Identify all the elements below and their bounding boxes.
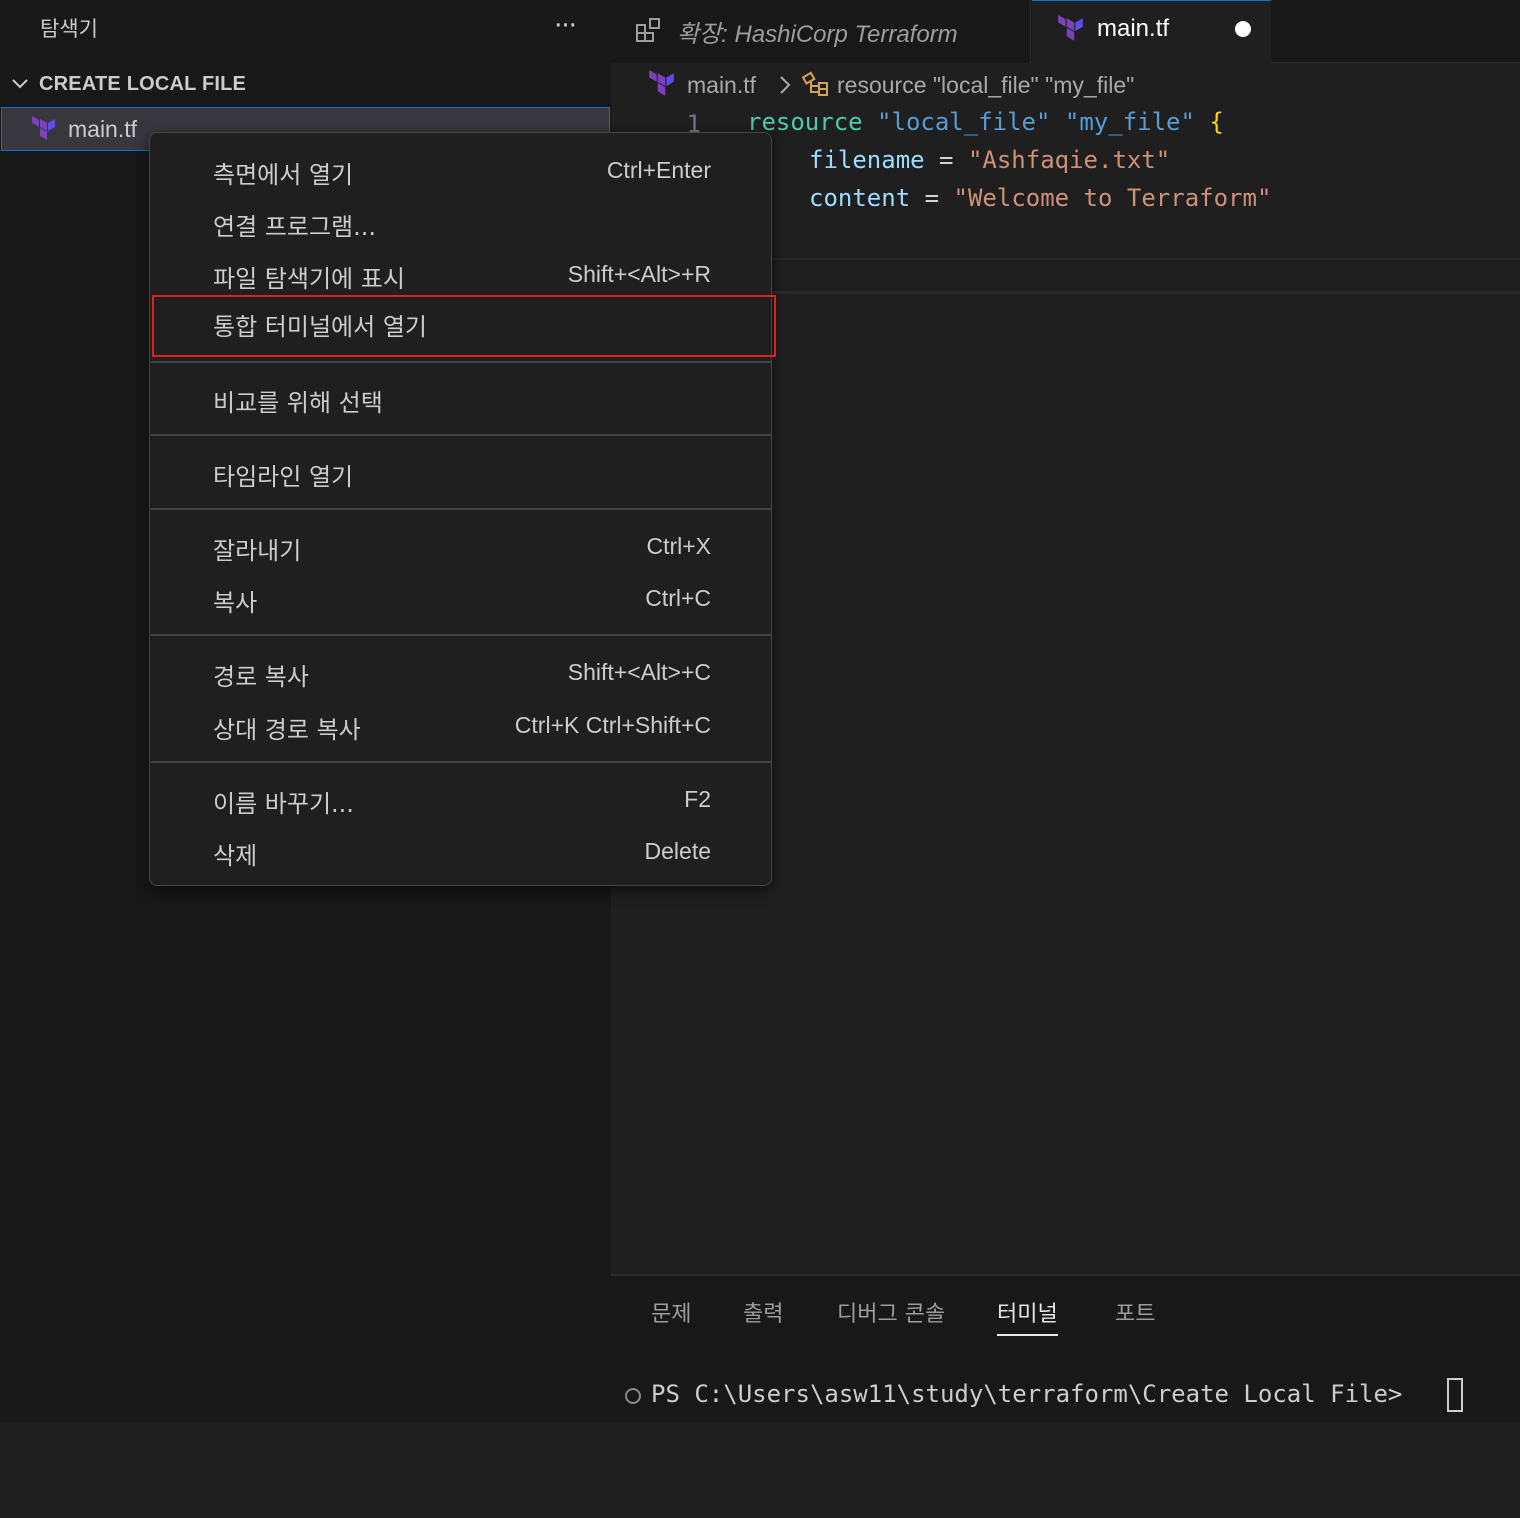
tab-label: main.tf [1097,15,1170,42]
section-title: CREATE LOCAL FILE [39,73,247,95]
terraform-icon [1058,15,1083,41]
menu-item-label: 잘라내기 [213,537,302,565]
code-attribute: content [809,184,911,212]
menu-item-label: 삭제 [213,842,258,870]
menu-item-shortcut: Shift+<Alt>+R [567,261,711,287]
menu-item-shortcut: Shift+<Alt>+C [567,659,711,685]
menu-item-copy[interactable]: 복사 Ctrl+C [151,571,771,623]
tab-extension-terraform[interactable]: 확장: HashiCorp Terraform [611,0,1031,63]
panel-tab-terminal[interactable]: 터미널 [997,1296,1058,1336]
breadcrumb-symbol[interactable]: resource "local_file" "my_file" [837,72,1134,99]
menu-separator [151,361,771,363]
menu-item-shortcut: F2 [684,786,711,812]
panel-tab-ports[interactable]: 포트 [1115,1296,1155,1336]
menu-item-label: 비교를 위해 선택 [213,389,383,417]
menu-item-copy-relative-path[interactable]: 상대 경로 복사 Ctrl+K Ctrl+Shift+C [151,698,771,750]
code-text: resource "local_file" "my_file" { [747,108,1224,136]
chevron-down-icon [12,79,28,89]
code-text: filename = "Ashfaqie.txt" [809,146,1170,174]
menu-item-delete[interactable]: 삭제 Delete [151,824,771,876]
chevron-right-icon [780,76,791,94]
menu-item-shortcut: Delete [644,838,711,864]
menu-item-reveal-in-file-explorer[interactable]: 파일 탐색기에 표시 Shift+<Alt>+R [151,247,771,299]
menu-item-label: 이름 바꾸기... [213,790,354,818]
file-name: main.tf [68,116,138,142]
menu-item-label: 파일 탐색기에 표시 [213,265,405,293]
menu-item-open-in-integrated-terminal[interactable]: 통합 터미널에서 열기 [152,295,776,357]
tab-main-tf[interactable]: main.tf [1032,0,1271,63]
menu-item-rename[interactable]: 이름 바꾸기... F2 [151,772,771,824]
menu-separator [151,634,771,636]
code-operator: = [939,146,954,174]
code-value: "Welcome to Terraform" [953,184,1272,212]
menu-item-label: 타임라인 열기 [213,463,354,491]
circle-outline-icon [625,1388,641,1404]
menu-item-shortcut: Ctrl+Enter [606,157,711,183]
menu-item-copy-path[interactable]: 경로 복사 Shift+<Alt>+C [151,645,771,697]
menu-item-label: 연결 프로그램... [213,213,376,241]
terraform-icon [649,70,674,96]
symbol-structure-icon [801,71,828,96]
code-brace: { [1209,108,1224,136]
terminal-cursor [1447,1378,1463,1412]
panel-tab-problems[interactable]: 문제 [651,1296,691,1336]
menu-item-label: 경로 복사 [213,663,309,691]
code-string: "my_file" [1064,108,1195,136]
menu-item-label: 상대 경로 복사 [213,716,361,744]
terraform-icon [32,116,55,140]
breadcrumb: main.tf resource "local_file" "my_file" [611,64,1520,108]
menu-item-shortcut: Ctrl+C [645,585,711,611]
menu-item-cut[interactable]: 잘라내기 Ctrl+X [151,519,771,571]
breadcrumb-file[interactable]: main.tf [687,72,756,99]
code-string: "local_file" [877,108,1051,136]
menu-item-label: 통합 터미널에서 열기 [213,313,427,341]
menu-separator [151,434,771,436]
menu-separator [151,508,771,510]
unsaved-dot-icon[interactable] [1235,21,1251,37]
editor-tab-bar: 확장: HashiCorp Terraform main.tf [611,0,1520,63]
code-attribute: filename [809,146,925,174]
explorer-header: 탐색기 ··· [0,0,611,58]
menu-item-shortcut: Ctrl+K Ctrl+Shift+C [514,712,711,738]
code-operator: = [924,184,940,212]
context-menu: 측면에서 열기 Ctrl+Enter 연결 프로그램... 파일 탐색기에 표시… [149,132,776,886]
code-text: content = "Welcome to Terraform" [809,184,1271,212]
tab-label: 확장: HashiCorp Terraform [677,21,958,48]
menu-item-select-for-compare[interactable]: 비교를 위해 선택 [151,371,771,423]
bottom-panel: 문제 출력 디버그 콘솔 터미널 포트 PS C:\Users\asw11\st… [611,1274,1520,1422]
menu-item-open-timeline[interactable]: 타임라인 열기 [151,445,771,497]
menu-item-label: 복사 [213,589,258,617]
panel-tab-output[interactable]: 출력 [743,1296,783,1336]
menu-separator [151,761,771,763]
menu-item-open-with[interactable]: 연결 프로그램... [151,195,771,247]
menu-item-shortcut: Ctrl+X [646,533,711,559]
section-header-create-local-file[interactable]: CREATE LOCAL FILE [0,66,611,106]
ellipsis-icon[interactable]: ··· [548,6,582,46]
extensions-icon [636,18,660,42]
explorer-title: 탐색기 [40,17,98,41]
terminal-line[interactable]: PS C:\Users\asw11\study\terraform\Create… [611,1378,1520,1418]
code-value: "Ashfaqie.txt" [967,146,1171,174]
panel-tab-debug-console[interactable]: 디버그 콘솔 [837,1296,945,1336]
menu-item-label: 측면에서 열기 [213,161,354,189]
terminal-prompt: PS C:\Users\asw11\study\terraform\Create… [651,1380,1403,1408]
menu-item-open-to-side[interactable]: 측면에서 열기 Ctrl+Enter [151,143,771,195]
